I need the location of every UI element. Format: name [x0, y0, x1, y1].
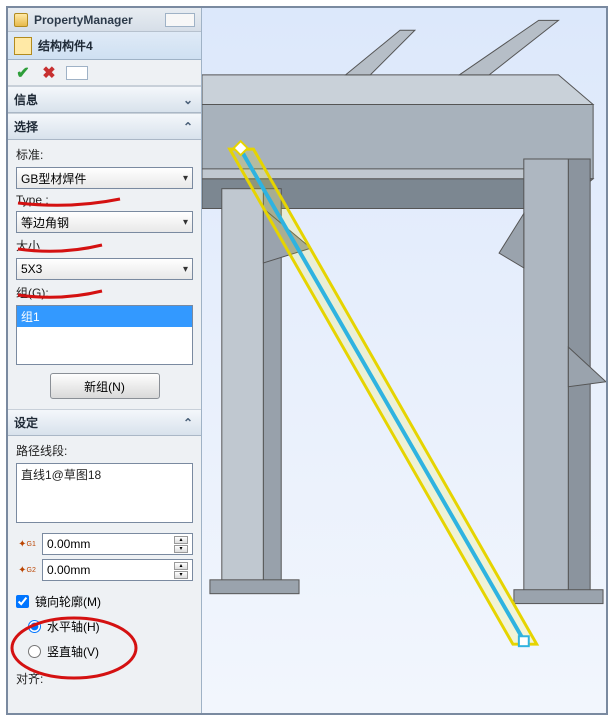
- path-item[interactable]: 直线1@草图18: [21, 466, 188, 483]
- type-label: Type :: [16, 193, 193, 207]
- model-render: [202, 8, 606, 713]
- section-select-body: 标准: GB型材焊件 ▾ Type : 等边角钢 ▾ 大小 5X3 ▾ 组(G)…: [8, 140, 201, 409]
- standard-label: 标准:: [16, 146, 193, 163]
- offset1-icon: ✦G1: [16, 533, 38, 555]
- ok-button[interactable]: ✔: [14, 64, 32, 82]
- cancel-button[interactable]: ✖: [40, 64, 58, 82]
- section-settings-body: 路径线段: 直线1@草图18 ✦G1 0.00mm ▴▾ ✦G2 0.00mm …: [8, 436, 201, 697]
- feature-name: 结构构件4: [38, 37, 93, 54]
- feature-header: 结构构件4: [8, 32, 201, 60]
- vert-radio-row: 竖直轴(V): [16, 641, 193, 662]
- size-label: 大小: [16, 237, 193, 254]
- spinner-buttons[interactable]: ▴▾: [174, 536, 188, 553]
- offset2-input[interactable]: 0.00mm ▴▾: [42, 559, 193, 581]
- section-info-title: 信息: [14, 91, 38, 108]
- action-row: ✔ ✖: [8, 60, 201, 86]
- chevron-up-icon: ⌃: [181, 120, 195, 134]
- pm-pin-icon[interactable]: [165, 13, 195, 27]
- pm-title-text: PropertyManager: [34, 13, 133, 27]
- graphics-viewport[interactable]: [202, 8, 606, 713]
- vert-radio[interactable]: [28, 645, 41, 658]
- section-settings-header[interactable]: 设定 ⌃: [8, 409, 201, 436]
- size-value: 5X3: [21, 262, 42, 276]
- pm-titlebar: PropertyManager: [8, 8, 201, 32]
- section-settings-title: 设定: [14, 414, 38, 431]
- align-label: 对齐:: [16, 670, 193, 687]
- size-combo[interactable]: 5X3 ▾: [16, 258, 193, 280]
- offset2-row: ✦G2 0.00mm ▴▾: [16, 559, 193, 581]
- chevron-up-icon: ⌃: [181, 416, 195, 430]
- vert-label: 竖直轴(V): [47, 643, 99, 660]
- new-group-button[interactable]: 新组(N): [50, 373, 160, 399]
- pm-app-icon: [14, 13, 28, 27]
- chevron-down-icon: ⌄: [181, 93, 195, 107]
- horiz-label: 水平轴(H): [47, 618, 100, 635]
- group-item-selected[interactable]: 组1: [17, 306, 192, 327]
- structural-member-icon: [14, 37, 32, 55]
- chevron-down-icon: ▾: [183, 264, 188, 275]
- offset1-input[interactable]: 0.00mm ▴▾: [42, 533, 193, 555]
- horiz-radio-row: 水平轴(H): [16, 616, 193, 637]
- type-combo[interactable]: 等边角钢 ▾: [16, 211, 193, 233]
- spinner-buttons[interactable]: ▴▾: [174, 562, 188, 579]
- section-select-title: 选择: [14, 118, 38, 135]
- path-listbox[interactable]: 直线1@草图18: [16, 463, 193, 523]
- mirror-checkbox[interactable]: [16, 595, 29, 608]
- new-group-label: 新组(N): [84, 378, 125, 395]
- chevron-down-icon: ▾: [183, 217, 188, 228]
- section-info-header[interactable]: 信息 ⌄: [8, 86, 201, 113]
- pushpin-button[interactable]: [66, 66, 88, 80]
- type-value: 等边角钢: [21, 214, 69, 231]
- mirror-label: 镜向轮廓(M): [35, 593, 101, 610]
- offset2-icon: ✦G2: [16, 559, 38, 581]
- horiz-radio[interactable]: [28, 620, 41, 633]
- offset2-value: 0.00mm: [47, 563, 90, 577]
- app-frame: PropertyManager 结构构件4 ✔ ✖ 信息 ⌄ 选择 ⌃ 标准: …: [6, 6, 608, 715]
- standard-combo[interactable]: GB型材焊件 ▾: [16, 167, 193, 189]
- standard-value: GB型材焊件: [21, 170, 86, 187]
- group-listbox[interactable]: 组1: [16, 305, 193, 365]
- chevron-down-icon: ▾: [183, 173, 188, 184]
- section-select-header[interactable]: 选择 ⌃: [8, 113, 201, 140]
- offset1-row: ✦G1 0.00mm ▴▾: [16, 533, 193, 555]
- path-label: 路径线段:: [16, 442, 193, 459]
- group-label: 组(G):: [16, 284, 193, 301]
- offset1-value: 0.00mm: [47, 537, 90, 551]
- property-manager-panel: PropertyManager 结构构件4 ✔ ✖ 信息 ⌄ 选择 ⌃ 标准: …: [8, 8, 202, 713]
- mirror-check-row: 镜向轮廓(M): [16, 591, 193, 612]
